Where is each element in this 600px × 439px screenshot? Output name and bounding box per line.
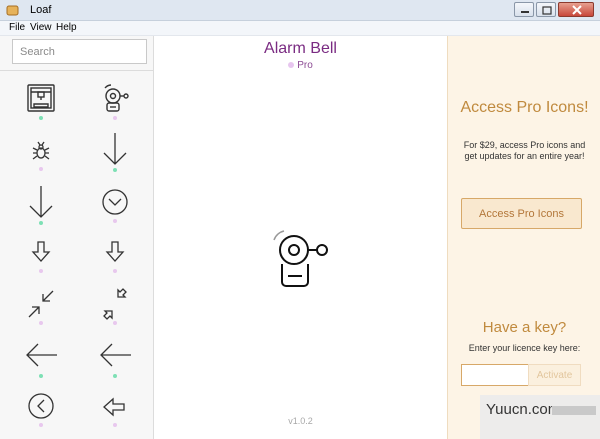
3d-printer-icon [27, 84, 55, 112]
pro-tier-dot [113, 423, 117, 427]
icon-tile-arrow-down-circle[interactable] [90, 187, 140, 235]
minimize-icon [521, 11, 529, 13]
watermark: Yuucn.com [480, 395, 600, 439]
licence-key-input[interactable] [461, 364, 528, 386]
free-tier-dot [39, 221, 43, 225]
sidebar-divider [0, 70, 153, 71]
window-title: Loaf [30, 4, 52, 16]
icon-tile-arrow-down-thin[interactable] [90, 131, 140, 179]
maximize-button[interactable] [536, 2, 556, 17]
icon-tile-alarm-bell[interactable] [90, 82, 140, 130]
pro-tier-dot [39, 167, 43, 171]
window-controls [514, 2, 594, 17]
icon-tile-arrow-left-long-alt[interactable] [90, 339, 140, 387]
icon-tile-arrow-down-outline[interactable] [16, 239, 66, 287]
pro-tier-dot [113, 116, 117, 120]
watermark-text: Yuucn.com [486, 401, 561, 418]
pro-tier-dot [39, 269, 43, 273]
icon-tile-arrow-down-outline-small[interactable] [90, 239, 140, 287]
pro-description: For $29, access Pro icons and get update… [463, 140, 586, 161]
app-version: v1.0.2 [288, 416, 313, 426]
title-bar: Loaf [0, 0, 600, 21]
icon-tile-arrow-down-long[interactable] [16, 184, 66, 232]
arrow-down-long-icon [29, 186, 53, 218]
menu-bar: File View Help [0, 21, 600, 36]
icon-tile-arrows-collapse[interactable] [16, 288, 66, 336]
preview-tier-label: Pro [297, 60, 313, 71]
pro-tier-dot [113, 269, 117, 273]
menu-help[interactable]: Help [56, 22, 77, 33]
preview-tier: Pro [154, 60, 447, 71]
pro-heading: Access Pro Icons! [460, 99, 589, 116]
arrow-down-thin-icon [103, 133, 127, 165]
access-pro-icons-button[interactable]: Access Pro Icons [461, 198, 582, 229]
activate-button[interactable]: Activate [528, 364, 581, 386]
arrow-left-long-alt-icon [100, 343, 131, 367]
icon-tile-arrow-left-outline[interactable] [90, 394, 140, 439]
arrows-collapse-icon [28, 290, 54, 318]
bug-icon [32, 141, 50, 160]
arrow-down-outline-small-icon [105, 241, 125, 262]
minimize-button[interactable] [514, 2, 534, 17]
icon-tile-3d-printer[interactable] [16, 82, 66, 130]
menu-file[interactable]: File [9, 22, 25, 33]
icon-sidebar [0, 36, 154, 439]
arrow-left-circle-icon [28, 393, 54, 419]
pro-tier-dot [39, 423, 43, 427]
icon-tile-arrow-left-long[interactable] [16, 339, 66, 387]
preview-panel: Alarm Bell Pro v1.0.2 [154, 36, 447, 439]
maximize-icon [542, 6, 552, 15]
loaf-app-icon [6, 5, 19, 16]
pro-tier-dot [113, 321, 117, 325]
free-tier-dot [113, 168, 117, 172]
pro-tier-dot [39, 321, 43, 325]
close-button[interactable] [558, 2, 594, 17]
arrow-down-outline-icon [31, 241, 51, 262]
arrow-left-outline-icon [103, 397, 125, 417]
licence-key-label: Enter your licence key here: [468, 343, 581, 353]
arrows-collapse-outline-icon [103, 288, 127, 320]
free-tier-dot [39, 116, 43, 120]
pro-panel: Access Pro Icons! For $29, access Pro ic… [447, 36, 600, 439]
pro-tier-dot [113, 219, 117, 223]
preview-icon-name: Alarm Bell [264, 40, 337, 57]
alarm-bell-preview-icon[interactable] [268, 226, 332, 292]
free-tier-dot [39, 374, 43, 378]
search-input[interactable] [12, 39, 147, 64]
arrow-down-circle-icon [102, 189, 128, 215]
icon-tile-arrow-left-circle[interactable] [16, 392, 66, 439]
menu-view[interactable]: View [30, 22, 52, 33]
free-tier-dot [113, 374, 117, 378]
icon-tile-bug[interactable] [16, 135, 66, 183]
key-heading: Have a key? [482, 319, 567, 336]
watermark-bar [552, 406, 596, 415]
close-icon [572, 5, 582, 15]
arrow-left-long-icon [26, 343, 57, 367]
pro-tier-dot [288, 62, 295, 68]
icon-tile-arrows-collapse-outline[interactable] [90, 288, 140, 336]
alarm-bell-icon [104, 84, 129, 112]
